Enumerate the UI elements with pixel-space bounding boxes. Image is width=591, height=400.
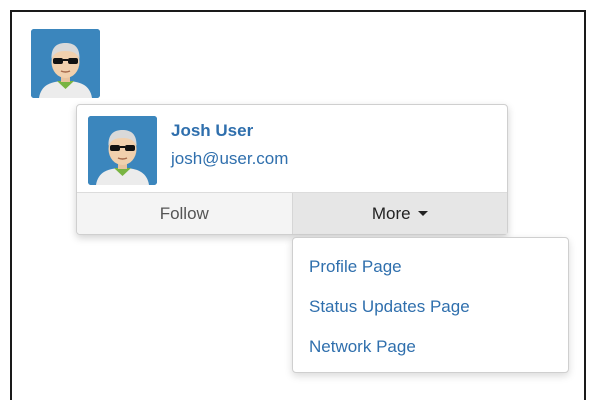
caret-down-icon — [417, 211, 428, 216]
menu-item-network-page[interactable]: Network Page — [293, 332, 568, 372]
user-name-link[interactable]: Josh User — [171, 121, 253, 141]
menu-item-status-updates-page[interactable]: Status Updates Page — [293, 292, 568, 332]
more-dropdown-button[interactable]: More — [292, 193, 507, 234]
user-hovercard: Josh User josh@user.com Follow More — [76, 104, 508, 235]
more-button-label: More — [371, 203, 411, 223]
user-avatar-icon[interactable] — [88, 116, 157, 185]
follow-button[interactable]: Follow — [77, 193, 293, 234]
user-avatar-icon[interactable] — [31, 29, 100, 98]
user-email-link[interactable]: josh@user.com — [171, 149, 288, 169]
hovercard-actions: Follow More — [77, 192, 507, 234]
menu-item-profile-page[interactable]: Profile Page — [293, 252, 568, 292]
more-dropdown-menu: Profile Page Status Updates Page Network… — [292, 237, 569, 373]
follow-button-label: Follow — [159, 203, 209, 223]
